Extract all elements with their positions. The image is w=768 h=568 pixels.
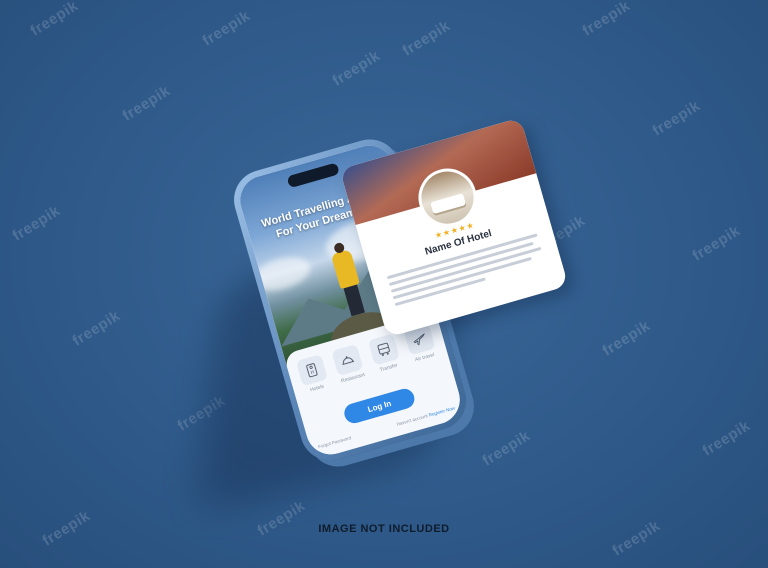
- category-transfer[interactable]: Transfer: [366, 333, 404, 375]
- category-label: Air travel: [414, 352, 436, 364]
- svg-text:H: H: [310, 369, 315, 376]
- caption: IMAGE NOT INCLUDED: [318, 523, 450, 535]
- bed-shape: [430, 193, 467, 215]
- category-label: Transfer: [379, 362, 399, 374]
- forgot-password-link[interactable]: Forgot Password: [318, 435, 352, 449]
- cloche-icon: [331, 343, 364, 377]
- category-hotels[interactable]: H Hotels: [294, 354, 332, 396]
- register-now-link[interactable]: Register Now: [428, 405, 455, 417]
- no-account-text: Haven't account: [396, 413, 429, 427]
- category-restaurant[interactable]: Restaurant: [330, 343, 368, 385]
- category-label: Hotels: [309, 383, 325, 394]
- hotel-door-tag-icon: H: [295, 354, 328, 387]
- bus-icon: [367, 333, 400, 366]
